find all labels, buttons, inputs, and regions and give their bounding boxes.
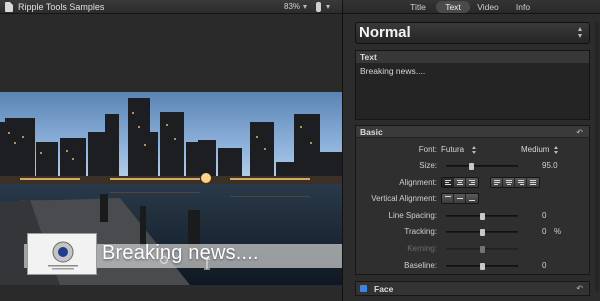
text-cursor-icon	[204, 258, 210, 270]
alignment-label: Alignment:	[399, 178, 437, 187]
baseline-slider[interactable]	[446, 263, 518, 270]
tracking-value[interactable]: 0	[542, 227, 546, 236]
vertical-alignment-label: Vertical Alignment:	[371, 194, 437, 203]
inspector-scrollbar[interactable]	[595, 22, 599, 292]
size-row: Size: 95.0	[356, 160, 589, 172]
viewer-title: Ripple Tools Samples	[18, 2, 105, 12]
kerning-label: Kerning:	[407, 244, 437, 253]
line-spacing-value[interactable]: 0	[542, 211, 546, 220]
size-label: Size:	[419, 161, 437, 170]
basic-section: Basic ↶ Font: Futura Medium Size: 95.0 A…	[355, 125, 590, 275]
line-spacing-row: Line Spacing: 0	[356, 210, 589, 222]
font-family-arrows-icon[interactable]	[472, 146, 477, 155]
justification-control[interactable]	[490, 177, 540, 188]
reset-icon[interactable]: ↶	[576, 128, 583, 137]
face-section-label: Face	[374, 284, 394, 294]
font-row: Font: Futura Medium	[356, 144, 589, 156]
justify-center-icon[interactable]	[503, 178, 515, 187]
size-slider[interactable]	[446, 163, 518, 170]
channel-logo	[27, 233, 97, 275]
vertical-alignment-control[interactable]	[441, 193, 479, 204]
font-label: Font:	[418, 145, 437, 154]
justify-full-icon[interactable]	[527, 178, 539, 187]
kerning-row: Kerning:	[356, 243, 589, 255]
horizontal-alignment-control[interactable]	[441, 177, 479, 188]
lower-third-text[interactable]: Breaking news....	[102, 242, 259, 265]
tracking-label: Tracking:	[404, 227, 437, 236]
inspector-panel: Title Text Video Info Normal Text Breaki…	[342, 0, 600, 301]
kerning-slider-knob	[479, 246, 485, 253]
size-value[interactable]: 95.0	[542, 161, 558, 170]
tracking-slider[interactable]	[446, 229, 518, 236]
tracking-slider-knob[interactable]	[479, 229, 485, 236]
tracking-row: Tracking: 0 %	[356, 226, 589, 238]
font-weight-arrows-icon[interactable]	[554, 146, 559, 155]
move-cursor-icon	[160, 256, 168, 264]
text-style-preset-popup[interactable]: Normal	[355, 22, 590, 44]
face-reset-icon[interactable]: ↶	[576, 284, 583, 293]
baseline-value[interactable]: 0	[542, 261, 546, 270]
preset-name: Normal	[359, 24, 411, 41]
justify-right-icon[interactable]	[515, 178, 527, 187]
align-right-icon[interactable]	[466, 178, 478, 187]
baseline-label: Baseline:	[404, 261, 437, 270]
tab-info[interactable]: Info	[513, 1, 533, 13]
document-icon	[5, 2, 13, 12]
font-weight-popup[interactable]: Medium	[521, 145, 549, 154]
justify-left-icon[interactable]	[491, 178, 503, 187]
line-spacing-slider-knob[interactable]	[479, 213, 485, 220]
tab-text[interactable]: Text	[436, 1, 470, 13]
zoom-level[interactable]: 83%	[284, 2, 300, 11]
align-middle-icon[interactable]	[454, 194, 466, 203]
line-spacing-label: Line Spacing:	[388, 211, 437, 220]
baseline-row: Baseline: 0	[356, 260, 589, 272]
align-left-icon[interactable]	[442, 178, 454, 187]
align-bottom-icon[interactable]	[466, 194, 478, 203]
line-spacing-slider[interactable]	[446, 213, 518, 220]
logo-emblem-icon	[48, 241, 78, 270]
kerning-slider	[446, 246, 518, 253]
face-section-header[interactable]: Face ↶	[355, 281, 590, 296]
baseline-slider-knob[interactable]	[479, 263, 485, 270]
zoom-dropdown-icon[interactable]	[303, 5, 307, 9]
viewer-panel: Ripple Tools Samples 83% Breaking news..…	[0, 0, 342, 301]
font-family-popup[interactable]: Futura	[441, 145, 464, 154]
text-section-header: Text	[356, 51, 589, 63]
basic-section-label: Basic	[360, 127, 383, 137]
text-entry-field[interactable]: Breaking news....	[360, 66, 425, 76]
text-section: Text Breaking news....	[355, 50, 590, 120]
align-center-icon[interactable]	[454, 178, 466, 187]
align-top-icon[interactable]	[442, 194, 454, 203]
tracking-unit: %	[554, 227, 562, 236]
tab-title[interactable]: Title	[407, 1, 429, 13]
face-enable-checkbox[interactable]	[360, 285, 367, 292]
inspector-tabs: Title Text Video Info	[343, 0, 600, 14]
view-options-icon[interactable]	[316, 2, 321, 12]
viewer-toolbar: Ripple Tools Samples 83%	[0, 0, 342, 14]
view-dropdown-icon[interactable]	[326, 5, 330, 9]
text-section-label: Text	[360, 52, 377, 62]
popup-arrows-icon	[578, 27, 583, 39]
tab-video[interactable]: Video	[476, 1, 500, 13]
size-slider-knob[interactable]	[469, 163, 475, 170]
basic-section-header[interactable]: Basic ↶	[356, 126, 589, 138]
vertical-alignment-row: Vertical Alignment:	[356, 193, 589, 205]
alignment-row: Alignment:	[356, 177, 589, 189]
